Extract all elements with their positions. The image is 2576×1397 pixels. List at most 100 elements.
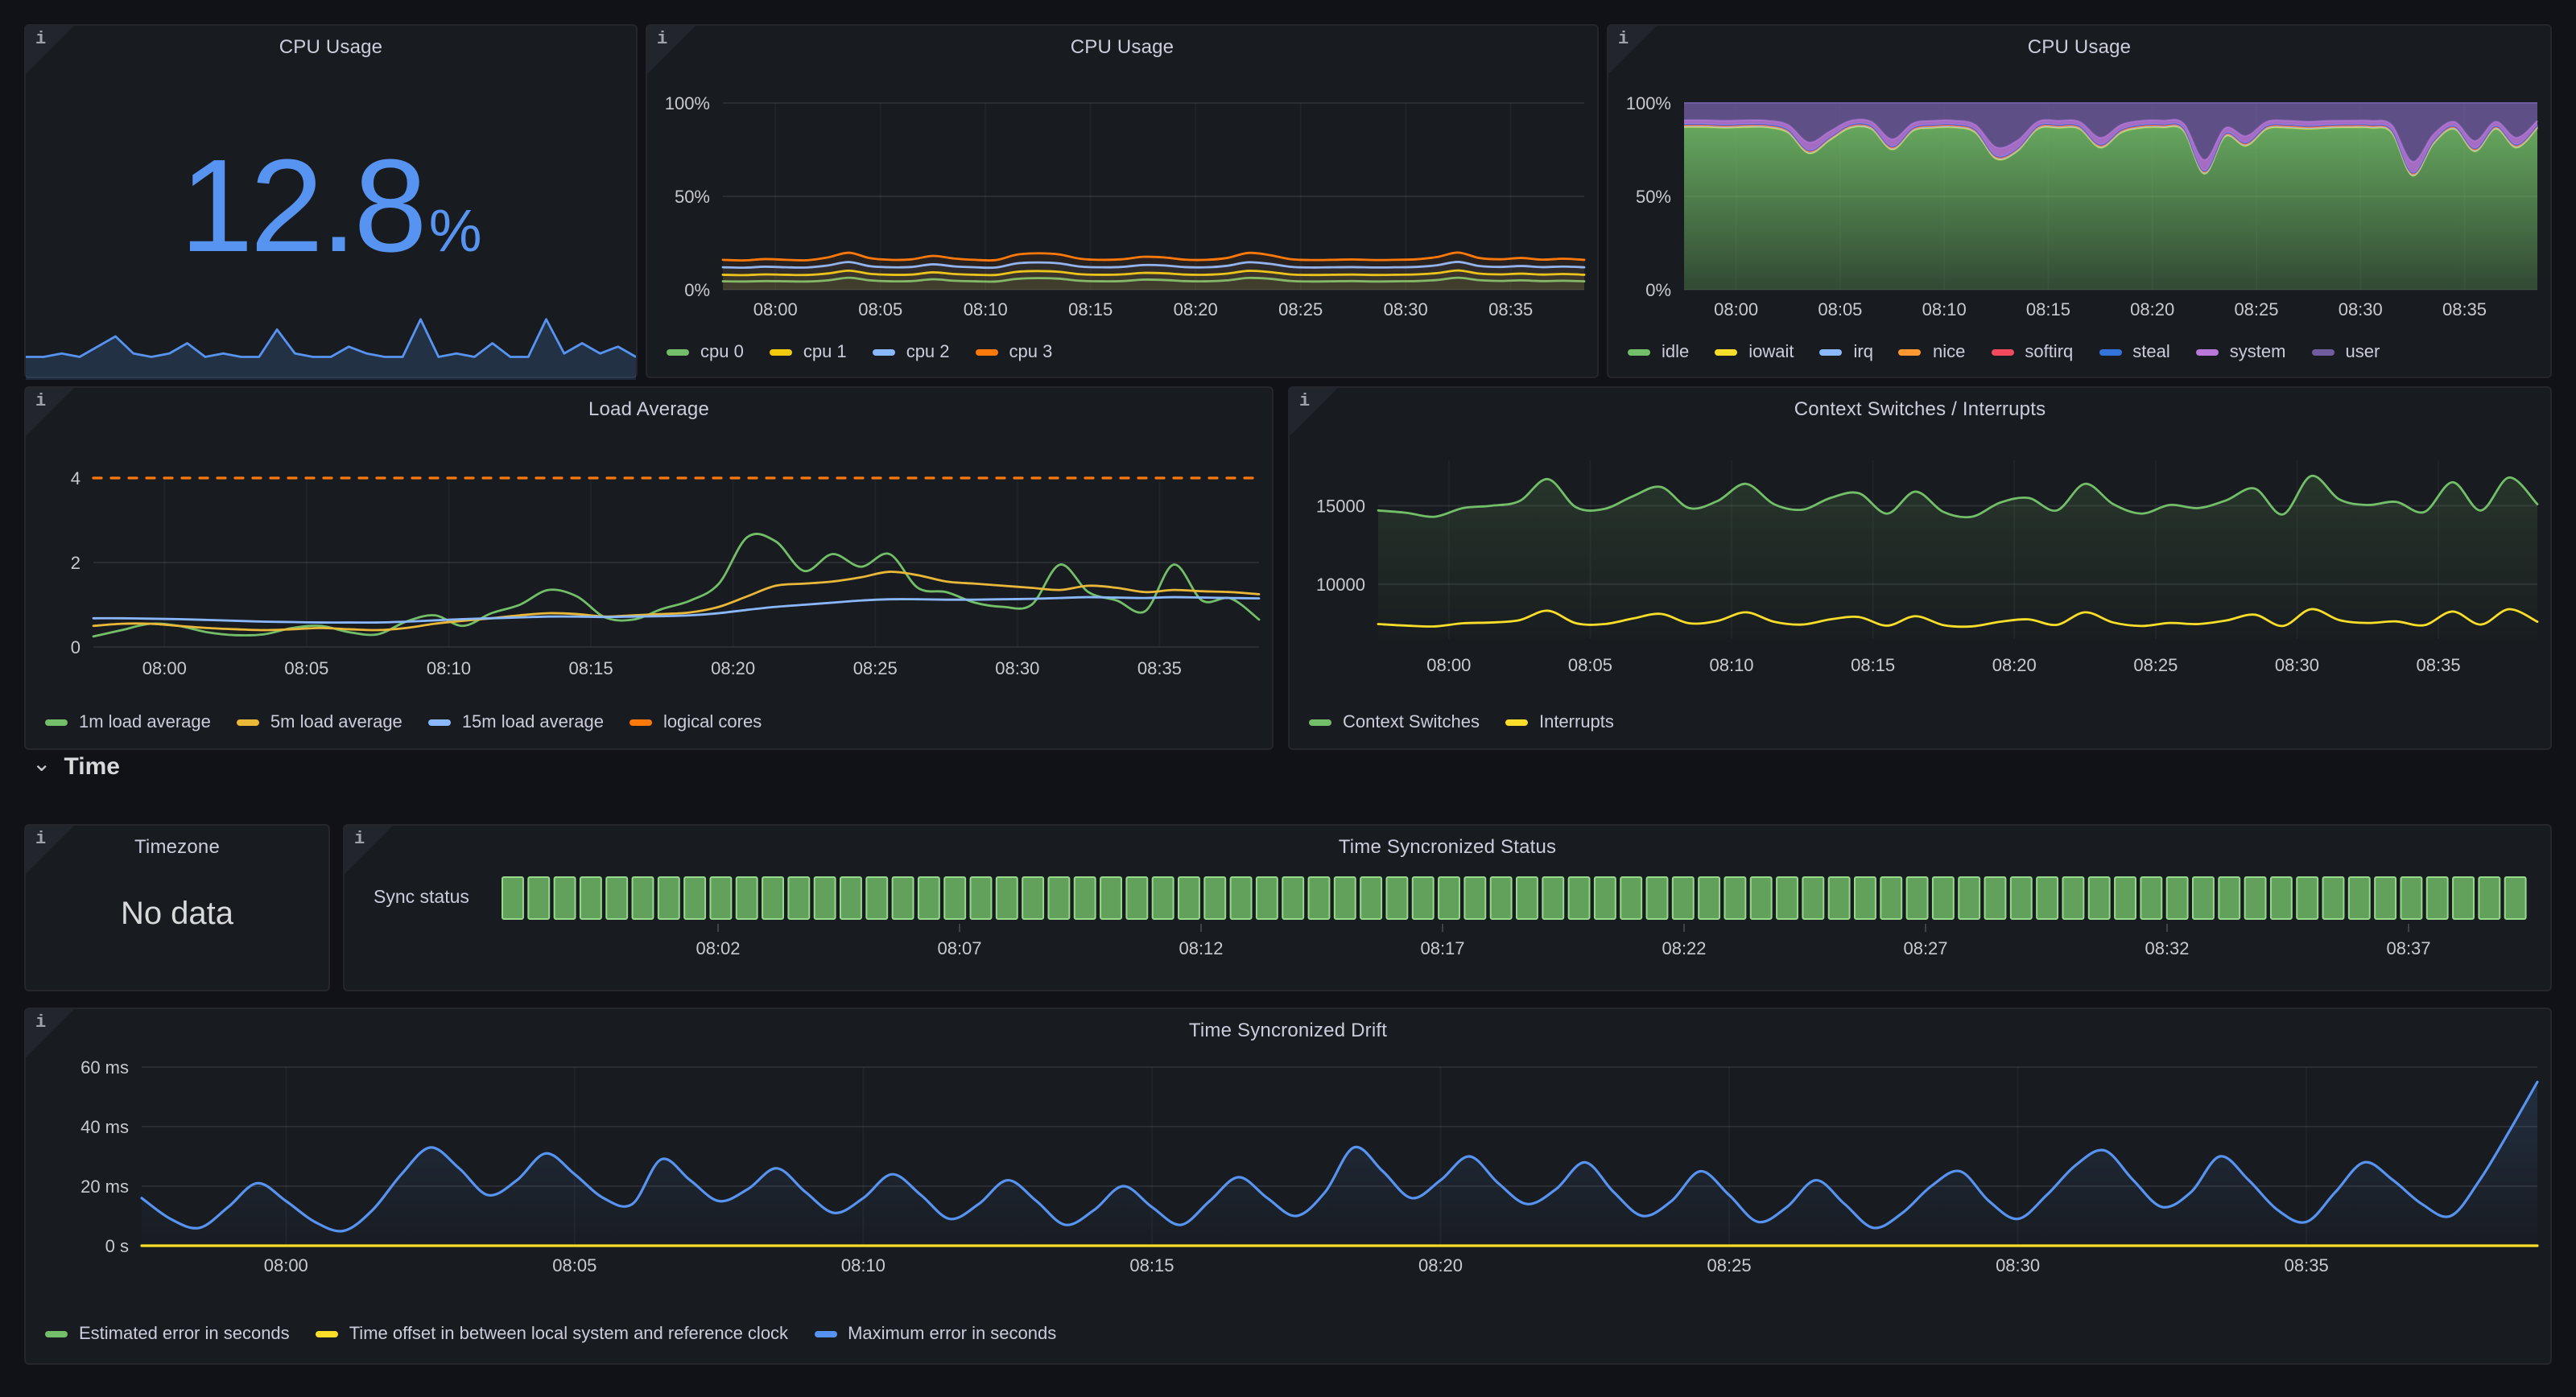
legend-item-5m-load-average[interactable]: 5m load average xyxy=(237,713,402,732)
x-tick-label: 08:20 xyxy=(1418,1255,1463,1275)
status-bar xyxy=(1048,877,1069,919)
status-bar xyxy=(1282,877,1303,919)
x-tick-label: 08:35 xyxy=(1488,299,1533,319)
y-tick-label: 100% xyxy=(1626,93,1671,113)
legend-swatch xyxy=(667,349,689,356)
status-bar xyxy=(528,877,549,919)
status-bar xyxy=(1231,877,1252,919)
chevron-down-icon: ⌄ xyxy=(32,754,51,770)
legend-item-softirq[interactable]: softirq xyxy=(1991,343,2073,362)
x-tick-label: 08:35 xyxy=(2417,655,2461,675)
status-bar xyxy=(633,877,654,919)
legend-item-cpu-2[interactable]: cpu 2 xyxy=(873,343,950,362)
status-bar xyxy=(1100,877,1121,919)
panel-title[interactable]: Timezone xyxy=(26,826,328,867)
legend-item-irq[interactable]: irq xyxy=(1820,343,1873,362)
legend-item-1m-load-average[interactable]: 1m load average xyxy=(45,713,211,732)
status-bar xyxy=(1464,877,1485,919)
legend-label: 1m load average xyxy=(79,713,211,732)
legend-label: cpu 2 xyxy=(906,343,950,362)
status-bar xyxy=(997,877,1018,919)
legend-item-estimated-error-in-seconds[interactable]: Estimated error in seconds xyxy=(45,1325,290,1344)
x-tick-label: 08:15 xyxy=(569,658,613,678)
status-bar xyxy=(1699,877,1719,919)
legend-item-cpu-1[interactable]: cpu 1 xyxy=(770,343,847,362)
x-tick-label: 08:25 xyxy=(1707,1255,1752,1275)
status-bar xyxy=(2375,877,2396,919)
legend-label: 5m load average xyxy=(270,713,402,732)
x-tick-label: 08:00 xyxy=(142,658,187,678)
status-bar xyxy=(1439,877,1459,919)
legend-item-nice[interactable]: nice xyxy=(1899,343,1965,362)
x-tick-label: 08:30 xyxy=(2275,655,2319,675)
status-bar xyxy=(866,877,887,919)
legend-item-maximum-error-in-seconds[interactable]: Maximum error in seconds xyxy=(814,1325,1056,1344)
legend-swatch xyxy=(1628,349,1650,356)
legend-label: nice xyxy=(1933,343,1965,362)
x-tick-label: 08:17 xyxy=(1420,938,1464,958)
y-tick-label: 10000 xyxy=(1316,575,1365,595)
legend-item-steal[interactable]: steal xyxy=(2099,343,2170,362)
legend-swatch xyxy=(814,1331,836,1337)
legend-label: irq xyxy=(1854,343,1873,362)
x-tick-label: 08:30 xyxy=(995,658,1039,678)
x-tick-label: 08:35 xyxy=(2442,299,2487,319)
panel-time-sync-status: i Time Syncronized Status Sync status 08… xyxy=(343,824,2552,991)
panel-time-sync-drift: i Time Syncronized Drift 08:0008:0508:10… xyxy=(24,1008,2552,1365)
legend-item-time-offset-in-between-local-system-and-reference-clock[interactable]: Time offset in between local system and … xyxy=(316,1325,788,1344)
status-bar xyxy=(893,877,914,919)
legend-item-15m-load-average[interactable]: 15m load average xyxy=(428,713,604,732)
legend-item-user[interactable]: user xyxy=(2311,343,2380,362)
legend-label: Time offset in between local system and … xyxy=(349,1325,788,1344)
x-tick-label: 08:00 xyxy=(1714,299,1758,319)
cpu-stacked-chart: 08:0008:0508:1008:1508:2008:2508:3008:35… xyxy=(1608,26,2553,380)
status-bar xyxy=(1413,877,1434,919)
legend-swatch xyxy=(1505,719,1528,726)
status-bar xyxy=(737,877,758,919)
status-bar xyxy=(944,877,965,919)
grafana-dashboard: i CPU Usage 12.8 % i CPU Usage 08:0008:0… xyxy=(0,0,2576,1397)
legend-label: Interrupts xyxy=(1539,713,1614,732)
legend-item-cpu-3[interactable]: cpu 3 xyxy=(976,343,1053,362)
legend-item-iowait[interactable]: iowait xyxy=(1715,343,1794,362)
legend-item-context-switches[interactable]: Context Switches xyxy=(1309,713,1480,732)
legend-swatch xyxy=(45,719,68,726)
section-label: Time xyxy=(64,753,120,781)
status-bar xyxy=(971,877,992,919)
legend-item-idle[interactable]: idle xyxy=(1628,343,1689,362)
time-drift-legend: Estimated error in seconds Time offset in… xyxy=(45,1325,1056,1344)
section-header-time[interactable]: ⌄ Time xyxy=(32,753,120,781)
panel-cpu-usage-stacked: i CPU Usage 08:0008:0508:1008:1508:2008:… xyxy=(1607,24,2552,378)
status-bar xyxy=(502,877,523,919)
x-tick-label: 08:30 xyxy=(1384,299,1428,319)
status-bar xyxy=(1257,877,1278,919)
status-bar xyxy=(1855,877,1876,919)
legend-label: softirq xyxy=(2025,343,2073,362)
status-bar xyxy=(2245,877,2266,919)
x-tick-label: 08:32 xyxy=(2145,938,2189,958)
legend-item-cpu-0[interactable]: cpu 0 xyxy=(667,343,744,362)
status-bar xyxy=(1933,877,1954,919)
status-bar xyxy=(788,877,809,919)
status-bar xyxy=(2115,877,2136,919)
status-bar xyxy=(2349,877,2370,919)
context-switches-legend: Context Switches Interrupts xyxy=(1309,713,1614,732)
status-bar xyxy=(1126,877,1147,919)
status-bar xyxy=(1075,877,1096,919)
y-tick-label: 4 xyxy=(71,468,80,488)
legend-item-logical-cores[interactable]: logical cores xyxy=(630,713,762,732)
panel-title[interactable]: CPU Usage xyxy=(26,26,636,68)
x-tick-label: 08:20 xyxy=(1174,299,1218,319)
legend-label: Context Switches xyxy=(1343,713,1480,732)
status-bar xyxy=(2011,877,2032,919)
y-tick-label: 0% xyxy=(1645,280,1671,300)
x-tick-label: 08:15 xyxy=(1068,299,1113,319)
x-tick-label: 08:05 xyxy=(552,1255,597,1275)
status-bar xyxy=(2297,877,2318,919)
x-tick-label: 08:27 xyxy=(1903,938,1947,958)
legend-swatch xyxy=(2099,349,2121,356)
status-bar xyxy=(1751,877,1772,919)
legend-label: Maximum error in seconds xyxy=(848,1325,1056,1344)
legend-item-system[interactable]: system xyxy=(2196,343,2286,362)
legend-item-interrupts[interactable]: Interrupts xyxy=(1505,713,1614,732)
